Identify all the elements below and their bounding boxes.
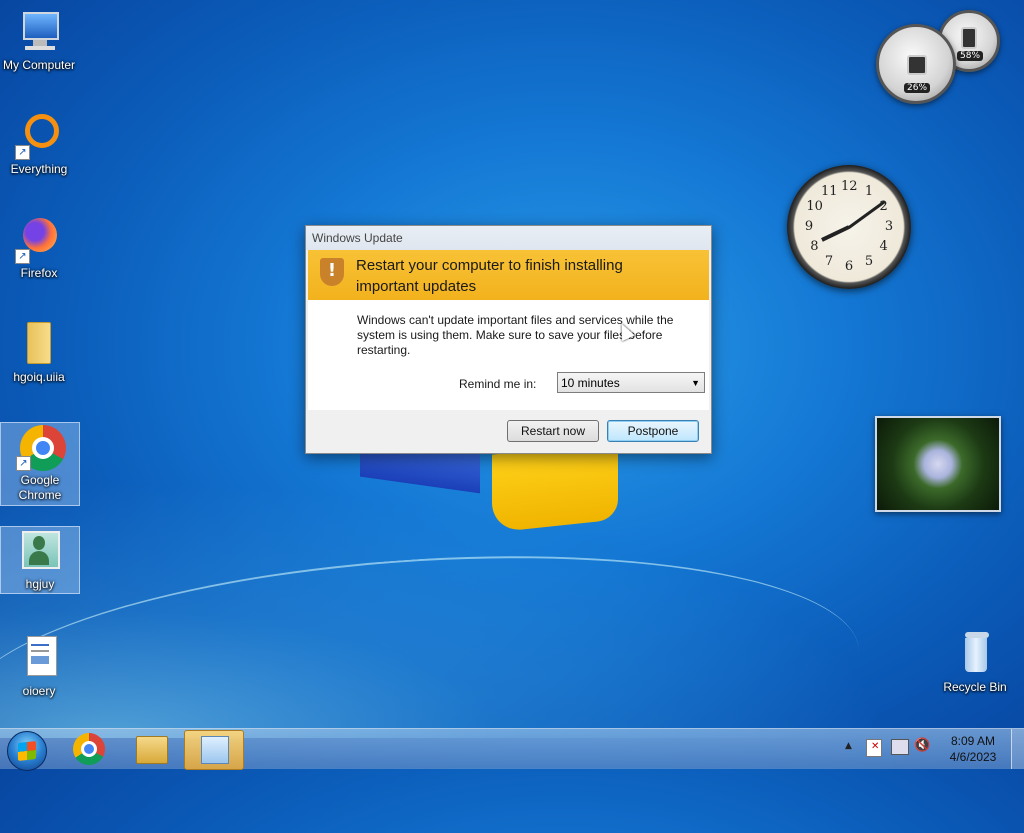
show-desktop-button[interactable] <box>1011 729 1024 769</box>
desktop-icon-label: hgoiq.uiia <box>13 370 65 384</box>
desktop-icon-label: Recycle Bin <box>943 680 1007 694</box>
firefox-icon: ↗ <box>15 216 63 264</box>
clock-numeral: 9 <box>804 219 814 234</box>
cpu-chip-icon <box>907 55 927 75</box>
clock-numeral: 5 <box>864 253 874 269</box>
desktop-icon-hgjuy[interactable]: hgjuy <box>0 526 80 594</box>
user-icon <box>16 527 64 575</box>
clock-numeral: 3 <box>884 219 894 234</box>
recycle-bin-icon <box>951 630 999 678</box>
taskbar-time: 8:09 AM <box>950 734 996 748</box>
clock-numeral: 7 <box>824 253 834 269</box>
clock-numeral: 6 <box>844 259 854 274</box>
clock-hour-hand <box>821 225 850 242</box>
shortcut-arrow-icon: ↗ <box>15 249 30 264</box>
shortcut-arrow-icon: ↗ <box>16 456 31 471</box>
remind-select-value: 10 minutes <box>561 376 620 390</box>
clock-numeral: 10 <box>806 199 823 214</box>
desktop-icon-label: oioery <box>22 684 56 698</box>
desktop-icon-firefox[interactable]: ↗ Firefox <box>0 216 78 281</box>
wallpaper-logo-yellow <box>492 441 618 533</box>
desktop-icon-folder[interactable]: hgoiq.uiia <box>0 320 78 385</box>
clock-numeral: 12 <box>841 179 858 194</box>
dialog-banner: ! Restart your computer to finish instal… <box>308 250 709 300</box>
volume-muted-icon[interactable]: 🔇 <box>914 738 930 753</box>
desktop-icon-label: My Computer <box>2 58 76 72</box>
folder-icon <box>15 320 63 368</box>
desktop-icon-google-chrome[interactable]: ↗ Google Chrome <box>0 422 80 506</box>
dialog-body: Windows can't update important files and… <box>308 300 709 410</box>
desktop-icon-oioery[interactable]: oioery <box>0 634 78 699</box>
taskbar: ▲ ✕ 🔇 8:09 AM 4/6/2023 <box>0 728 1024 771</box>
everything-icon: ↗ <box>15 112 63 160</box>
remind-label: Remind me in: <box>459 377 537 391</box>
show-hidden-icons-arrow[interactable]: ▲ <box>845 741 852 751</box>
windows-update-icon <box>201 736 229 764</box>
action-center-flag-icon[interactable]: ✕ <box>866 739 882 757</box>
computer-icon <box>15 8 63 56</box>
dialog-title: Windows Update <box>306 226 711 250</box>
shortcut-arrow-icon: ↗ <box>15 145 30 160</box>
slideshow-gadget[interactable] <box>875 416 1001 512</box>
file-explorer-icon <box>136 736 168 764</box>
clock-numeral: 11 <box>821 184 838 200</box>
clock-gadget[interactable]: 12 1 2 3 4 5 6 7 8 9 10 11 <box>787 165 911 289</box>
cpu-gauge: 26% <box>876 24 956 104</box>
clock-numeral: 1 <box>864 184 874 200</box>
taskbar-date: 4/6/2023 <box>949 750 997 764</box>
warning-shield-icon: ! <box>320 258 344 286</box>
taskbar-clock[interactable]: 8:09 AM 4/6/2023 <box>930 733 1016 765</box>
dialog-headline: Restart your computer to finish installi… <box>356 257 623 295</box>
desktop-icon-label: Everything <box>10 162 68 176</box>
start-button[interactable] <box>7 731 47 771</box>
windows-logo-icon <box>18 741 36 761</box>
cpu-percent: 26% <box>904 83 931 93</box>
taskbar-windows-update-button[interactable] <box>184 730 244 770</box>
desktop-icon-everything[interactable]: ↗ Everything <box>0 112 78 177</box>
taskbar-chrome-button[interactable] <box>60 730 118 768</box>
dropdown-arrow-icon: ▼ <box>691 378 700 388</box>
desktop-icon-label: Firefox <box>20 266 58 280</box>
remind-select[interactable]: 10 minutes ▼ <box>557 372 705 393</box>
clock-numeral: 4 <box>879 239 888 254</box>
document-icon <box>15 634 63 682</box>
desktop-icon-label: Google Chrome <box>18 473 62 502</box>
memory-percent: 58% <box>957 51 984 61</box>
postpone-button[interactable]: Postpone <box>607 420 699 442</box>
desktop-icon-recycle-bin[interactable]: Recycle Bin <box>936 630 1014 695</box>
network-icon[interactable] <box>891 739 909 755</box>
restart-now-button[interactable]: Restart now <box>507 420 599 442</box>
windows-update-dialog: Windows Update ! Restart your computer t… <box>305 225 712 454</box>
clock-minute-hand <box>848 199 886 229</box>
taskbar-file-explorer-button[interactable] <box>122 730 180 768</box>
chrome-icon: ↗ <box>16 423 66 471</box>
desktop-icon-my-computer[interactable]: My Computer <box>0 8 78 73</box>
desktop-icon-label: hgjuy <box>25 577 55 591</box>
dialog-message: Windows can't update important files and… <box>357 313 674 357</box>
memory-chip-icon <box>961 27 977 49</box>
chrome-icon <box>73 733 105 765</box>
clock-numeral: 8 <box>810 239 819 254</box>
